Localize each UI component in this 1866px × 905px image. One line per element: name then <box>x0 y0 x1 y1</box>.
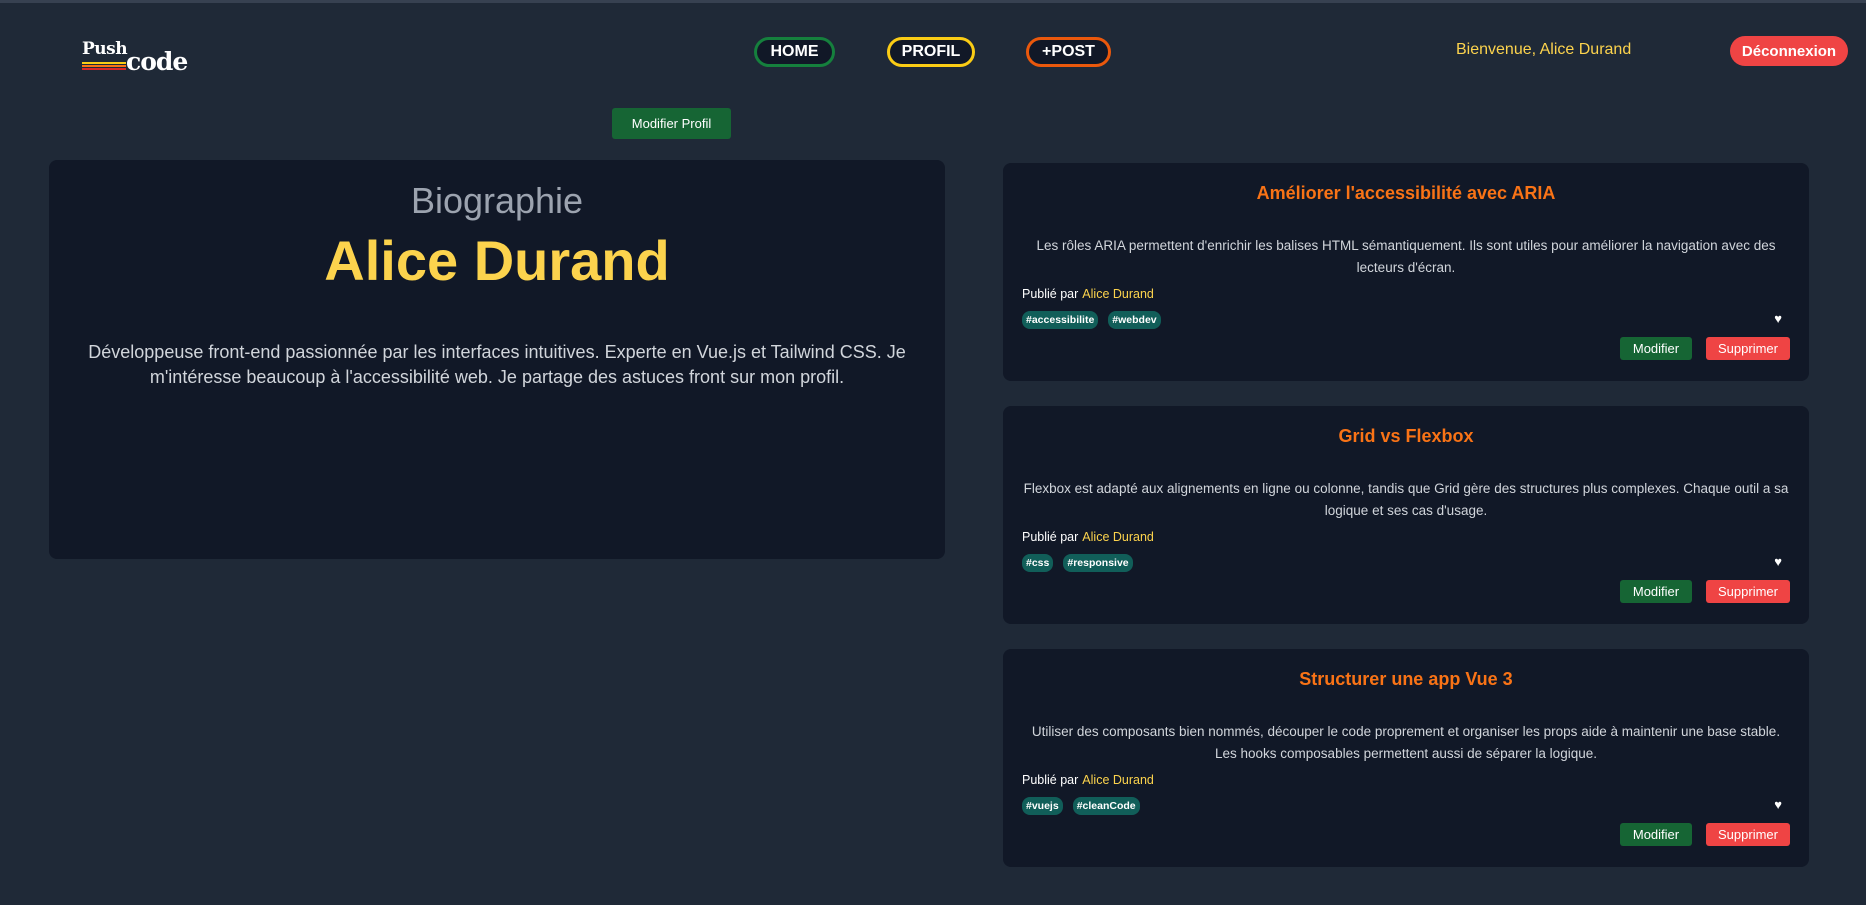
published-by-label: Publié par <box>1022 287 1079 301</box>
post-card: Améliorer l'accessibilité avec ARIA Les … <box>1003 163 1809 381</box>
post-body: Les rôles ARIA permettent d'enrichir les… <box>1036 238 1776 275</box>
nav-profil-button[interactable]: PROFIL <box>887 37 975 67</box>
like-heart-icon[interactable]: ♥ <box>1774 554 1782 569</box>
post-tags: #accessibilite #webdev <box>1022 311 1161 329</box>
post-meta: Publié par Alice Durand <box>1022 530 1154 544</box>
post-body: Utiliser des composants bien nommés, déc… <box>1031 724 1781 761</box>
edit-post-button[interactable]: Modifier <box>1620 823 1692 846</box>
post-card: Grid vs Flexbox Flexbox est adapté aux a… <box>1003 406 1809 624</box>
logo-stripe <box>82 68 126 70</box>
logo[interactable]: Push code <box>82 37 188 76</box>
biography-card: Biographie Alice Durand Développeuse fro… <box>49 160 945 559</box>
logout-button[interactable]: Déconnexion <box>1730 36 1848 66</box>
tag[interactable]: #vuejs <box>1022 797 1063 815</box>
welcome-message: Bienvenue, Alice Durand <box>1456 41 1632 58</box>
tag[interactable]: #cleanCode <box>1072 797 1140 815</box>
edit-post-button[interactable]: Modifier <box>1620 580 1692 603</box>
tag[interactable]: #css <box>1022 554 1054 572</box>
logo-stripe <box>82 65 126 67</box>
edit-post-button[interactable]: Modifier <box>1620 337 1692 360</box>
post-title[interactable]: Structurer une app Vue 3 <box>1003 669 1809 690</box>
logo-stripe <box>82 62 126 64</box>
tag[interactable]: #responsive <box>1063 554 1133 572</box>
profile-name: Alice Durand <box>324 229 670 292</box>
delete-post-button[interactable]: Supprimer <box>1706 580 1790 603</box>
delete-post-button[interactable]: Supprimer <box>1706 337 1790 360</box>
post-author-link[interactable]: Alice Durand <box>1082 530 1154 544</box>
like-heart-icon[interactable]: ♥ <box>1774 797 1782 812</box>
biography-text: Développeuse front-end passionnée par le… <box>88 342 906 387</box>
post-title[interactable]: Améliorer l'accessibilité avec ARIA <box>1003 183 1809 204</box>
post-author-link[interactable]: Alice Durand <box>1082 287 1154 301</box>
post-author-link[interactable]: Alice Durand <box>1082 773 1154 787</box>
published-by-label: Publié par <box>1022 773 1079 787</box>
post-title[interactable]: Grid vs Flexbox <box>1003 426 1809 447</box>
like-heart-icon[interactable]: ♥ <box>1774 311 1782 326</box>
tag[interactable]: #accessibilite <box>1022 311 1099 329</box>
post-tags: #vuejs #cleanCode <box>1022 797 1140 815</box>
logo-word-code: code <box>126 47 188 76</box>
post-meta: Publié par Alice Durand <box>1022 287 1154 301</box>
nav-home-button[interactable]: HOME <box>754 37 835 67</box>
biography-heading: Biographie <box>410 180 584 221</box>
nav-post-button[interactable]: +POST <box>1026 37 1111 67</box>
edit-profile-button[interactable]: Modifier Profil <box>612 108 731 139</box>
published-by-label: Publié par <box>1022 530 1079 544</box>
post-card: Structurer une app Vue 3 Utiliser des co… <box>1003 649 1809 867</box>
post-meta: Publié par Alice Durand <box>1022 773 1154 787</box>
logo-word-push: Push <box>82 39 128 59</box>
tag[interactable]: #webdev <box>1108 311 1161 329</box>
delete-post-button[interactable]: Supprimer <box>1706 823 1790 846</box>
post-body: Flexbox est adapté aux alignements en li… <box>1023 481 1789 518</box>
post-tags: #css #responsive <box>1022 554 1133 572</box>
